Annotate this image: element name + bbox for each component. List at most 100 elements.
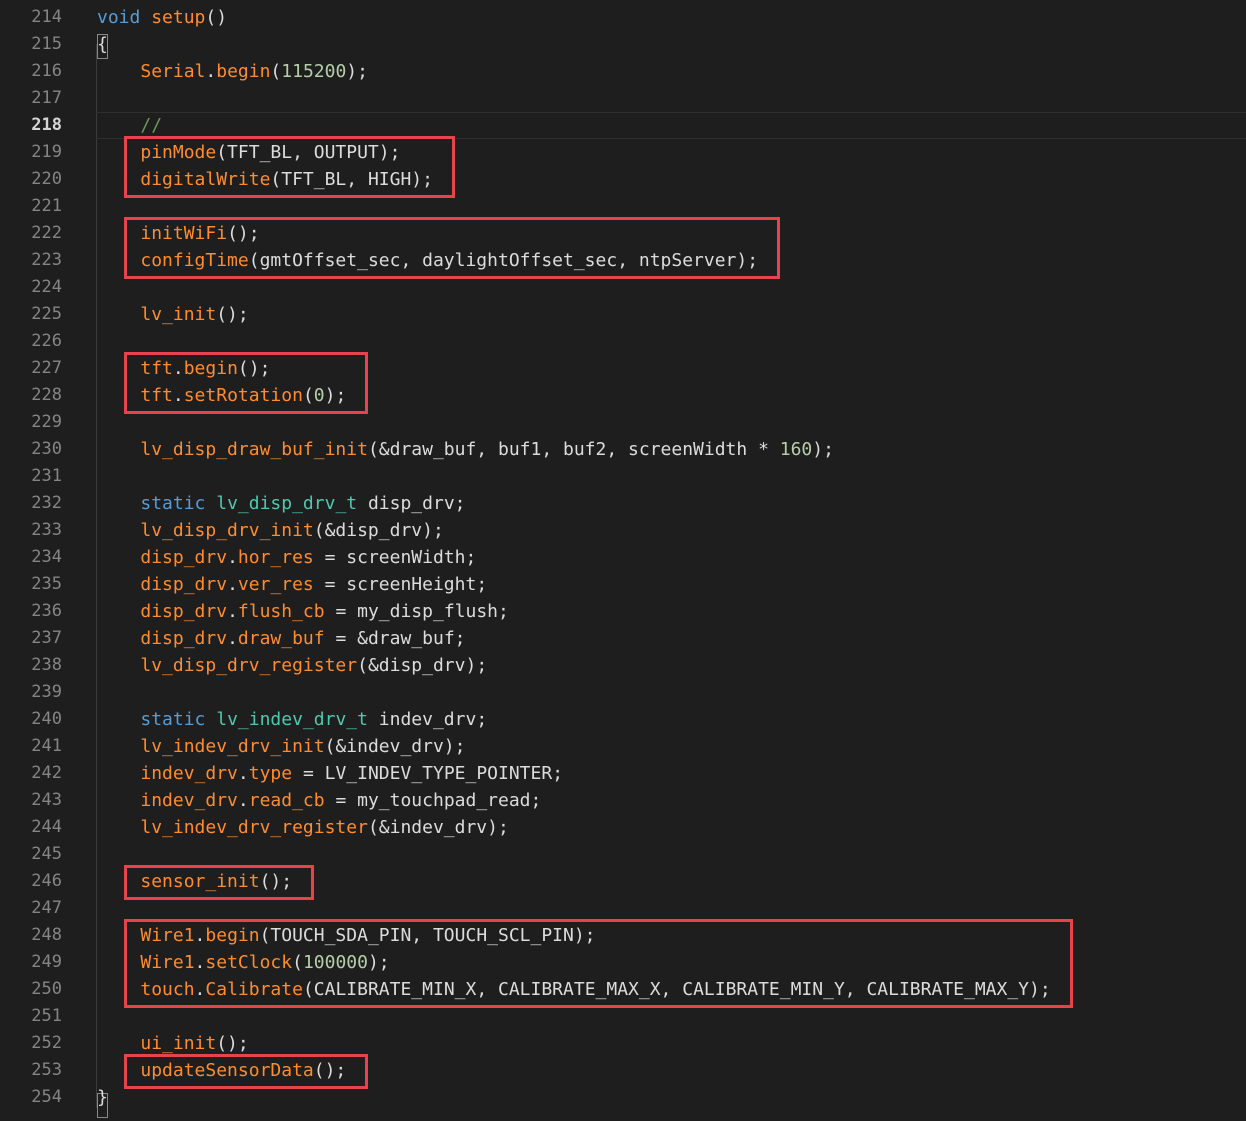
code-line[interactable]: lv_disp_drv_register(&disp_drv); — [97, 652, 487, 679]
code-line[interactable]: disp_drv.flush_cb = my_disp_flush; — [97, 598, 509, 625]
line-number: 247 — [31, 898, 62, 918]
line-number: 229 — [31, 412, 62, 432]
code-token: (); — [216, 304, 249, 325]
code-token: disp_drv; — [357, 493, 466, 514]
code-token: static — [140, 493, 206, 514]
code-token: disp_drv — [140, 547, 228, 568]
line-number: 234 — [31, 547, 62, 567]
code-token: // — [140, 115, 163, 136]
code-token: (&indev_drv); — [367, 817, 509, 838]
code-token: . — [227, 547, 238, 568]
code-token: = LV_INDEV_TYPE_POINTER; — [292, 763, 564, 784]
line-number: 224 — [31, 277, 62, 297]
code-line[interactable]: indev_drv.type = LV_INDEV_TYPE_POINTER; — [97, 760, 563, 787]
code-token: lv_init — [140, 304, 217, 325]
code-token: static — [140, 709, 206, 730]
code-line[interactable]: indev_drv.read_cb = my_touchpad_read; — [97, 787, 541, 814]
code-token: lv_disp_drv_register — [140, 655, 358, 676]
highlight-update-sensor-data — [124, 1054, 369, 1089]
line-number: 241 — [31, 736, 62, 756]
code-line[interactable]: // — [97, 112, 162, 139]
code-token: () — [205, 7, 228, 28]
code-token: indev_drv — [140, 763, 238, 784]
current-line-indicator — [96, 112, 1246, 139]
code-token: 115200 — [281, 61, 347, 82]
line-number: 253 — [31, 1060, 62, 1080]
line-number: 222 — [31, 223, 62, 243]
line-number: 216 — [31, 61, 62, 81]
code-line[interactable]: static lv_disp_drv_t disp_drv; — [97, 490, 466, 517]
code-token: ui_init — [140, 1033, 217, 1054]
line-number: 245 — [31, 844, 62, 864]
code-token: setup — [151, 7, 206, 28]
code-line[interactable]: void setup() — [97, 4, 227, 31]
line-number: 238 — [31, 655, 62, 675]
line-number: 230 — [31, 439, 62, 459]
code-token: disp_drv — [140, 574, 228, 595]
code-token: = &draw_buf; — [324, 628, 466, 649]
highlight-sensor-init — [124, 865, 315, 900]
code-token: lv_indev_drv_t — [216, 709, 368, 730]
code-token: . — [205, 61, 217, 82]
code-token: = my_touchpad_read; — [324, 790, 542, 811]
line-number: 227 — [31, 358, 62, 378]
code-token: (); — [216, 1033, 249, 1054]
code-line[interactable]: } — [97, 1084, 108, 1111]
code-line[interactable]: lv_disp_draw_buf_init(&draw_buf, buf1, b… — [97, 436, 834, 463]
code-line[interactable]: lv_indev_drv_init(&indev_drv); — [97, 733, 465, 760]
code-token: flush_cb — [237, 601, 325, 622]
code-token: read_cb — [248, 790, 325, 811]
code-token: = my_disp_flush; — [324, 601, 509, 622]
code-token: . — [227, 628, 238, 649]
code-line[interactable]: lv_indev_drv_register(&indev_drv); — [97, 814, 509, 841]
highlight-wifi-configtime — [124, 217, 781, 279]
code-token: draw_buf — [237, 628, 325, 649]
code-line[interactable]: lv_init(); — [97, 301, 249, 328]
code-line[interactable]: { — [97, 31, 108, 58]
code-token: (&disp_drv); — [313, 520, 444, 541]
code-line[interactable]: lv_disp_drv_init(&disp_drv); — [97, 517, 444, 544]
line-number: 243 — [31, 790, 62, 810]
code-token: indev_drv — [140, 790, 238, 811]
line-number: 244 — [31, 817, 62, 837]
code-line[interactable]: ui_init(); — [97, 1030, 249, 1057]
code-line[interactable]: static lv_indev_drv_t indev_drv; — [97, 706, 487, 733]
line-number: 239 — [31, 682, 62, 702]
line-number: 231 — [31, 466, 62, 486]
code-token: (&disp_drv); — [357, 655, 488, 676]
code-token: disp_drv — [140, 601, 228, 622]
line-number: 252 — [31, 1033, 62, 1053]
code-line[interactable]: disp_drv.hor_res = screenWidth; — [97, 544, 476, 571]
highlight-wire-touch — [124, 919, 1073, 1008]
code-token: begin — [216, 61, 271, 82]
line-number: 251 — [31, 1006, 62, 1026]
line-number: 240 — [31, 709, 62, 729]
code-token: (&draw_buf, buf1, buf2, screenWidth * — [367, 439, 780, 460]
code-token: (&indev_drv); — [324, 736, 466, 757]
line-number: 236 — [31, 601, 62, 621]
code-editor[interactable]: 214 215 216 217 218 219 220 221 222 223 224 225 226 2… — [0, 0, 1246, 1121]
code-token: type — [248, 763, 293, 784]
code-line[interactable]: disp_drv.draw_buf = &draw_buf; — [97, 625, 466, 652]
code-token: } — [97, 1087, 108, 1108]
code-token: lv_indev_drv_init — [140, 736, 325, 757]
line-number: 242 — [31, 763, 62, 783]
code-token: hor_res — [237, 547, 314, 568]
code-token: ( — [270, 61, 282, 82]
line-number: 214 — [31, 7, 62, 27]
code-token: lv_indev_drv_register — [140, 817, 368, 838]
code-token: lv_disp_drv_init — [140, 520, 314, 541]
code-line[interactable]: Serial.begin(115200); — [97, 58, 368, 85]
code-line[interactable]: disp_drv.ver_res = screenHeight; — [97, 571, 487, 598]
code-token: . — [227, 574, 238, 595]
code-token: 160 — [779, 439, 813, 460]
